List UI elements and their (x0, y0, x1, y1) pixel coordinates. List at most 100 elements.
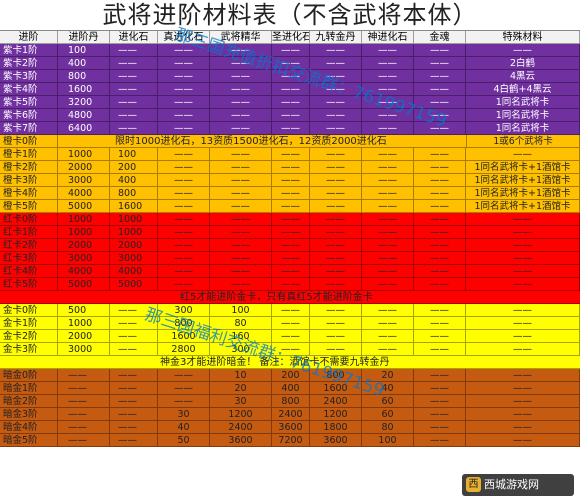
table-cell: 400 (272, 382, 310, 394)
table-cell: —— (414, 317, 466, 329)
table-cell: —— (414, 83, 466, 95)
table-cell: —— (272, 109, 310, 121)
table-cell: —— (466, 213, 580, 225)
table-cell: —— (466, 148, 580, 160)
table-cell: 4000 (58, 187, 110, 199)
table-cell: —— (158, 83, 210, 95)
table-cell: 300 (158, 304, 210, 316)
table-cell: —— (110, 434, 158, 446)
table-cell: —— (210, 252, 272, 264)
row-note: 限时1000进化石，13资质1500进化石，12资质2000进化石 (115, 136, 387, 147)
table-row-gold: 金卡1阶 1000 —— 800 80 —— —— —— —— —— (0, 317, 580, 330)
table-cell: —— (310, 317, 362, 329)
table-cell: —— (158, 382, 210, 394)
table-cell: —— (158, 161, 210, 173)
table-cell: 橙卡5阶 (0, 200, 58, 212)
table-row-red: 红卡5阶 5000 5000 —— —— —— —— —— —— —— (0, 278, 580, 291)
table-cell: 2白鹤 (466, 57, 580, 69)
table-cell: —— (310, 226, 362, 238)
table-cell: —— (272, 70, 310, 82)
table-cell: —— (362, 343, 414, 355)
table-cell: —— (310, 83, 362, 95)
table-cell: 红卡1阶 (0, 226, 58, 238)
table-row-red: 红卡2阶 2000 2000 —— —— —— —— —— —— —— (0, 239, 580, 252)
table-cell: —— (158, 122, 210, 134)
table-cell: 1同名武将卡+1酒馆卡 (466, 161, 580, 173)
table-cell: —— (466, 343, 580, 355)
table-cell: —— (210, 44, 272, 56)
table-cell: —— (310, 304, 362, 316)
table-row-orange: 橙卡4阶 4000 800 —— —— —— —— —— —— 1同名武将卡+1酒馆卡 (0, 187, 580, 200)
table-cell: 1同名武将卡 (466, 109, 580, 121)
table-cell: —— (414, 174, 466, 186)
table-cell: —— (414, 304, 466, 316)
table-cell: —— (272, 148, 310, 160)
table-cell: 橙卡1阶 (0, 148, 58, 160)
table-row-red: 红卡0阶 1000 1000 —— —— —— —— —— —— —— (0, 213, 580, 226)
table-cell: 300 (210, 343, 272, 355)
table-cell: 进化石 (110, 31, 158, 43)
table-cell: —— (158, 57, 210, 69)
table-cell: —— (362, 44, 414, 56)
table-cell: 4黑云 (466, 70, 580, 82)
table-cell: 2000 (58, 239, 110, 251)
table-row-dark-gold: 暗金1阶 —— —— —— 20 400 1600 40 —— —— (0, 382, 580, 395)
table-cell: 暗金0阶 (0, 369, 58, 381)
table-row-purple: 紫卡4阶 1600 —— —— —— —— —— —— —— 4白鹤+4黑云 (0, 83, 580, 96)
table-cell: —— (466, 395, 580, 407)
table-cell: —— (158, 109, 210, 121)
table-cell: —— (414, 265, 466, 277)
table-cell: 暗金3阶 (0, 408, 58, 420)
table-cell: —— (272, 161, 310, 173)
table-cell: —— (362, 200, 414, 212)
table-cell: 6400 (58, 122, 110, 134)
table-cell: —— (466, 265, 580, 277)
table-row-purple: 紫卡2阶 400 —— —— —— —— —— —— —— 2白鹤 (0, 57, 580, 70)
table-cell: 进阶丹 (58, 31, 110, 43)
table-cell: —— (310, 161, 362, 173)
table-cell: —— (414, 252, 466, 264)
table-cell: 3000 (58, 252, 110, 264)
table-cell: 20 (362, 369, 414, 381)
table-cell: —— (158, 174, 210, 186)
table-cell: —— (466, 252, 580, 264)
table-cell: —— (310, 44, 362, 56)
table-cell: 神进化石 (362, 31, 414, 43)
table-cell: 金卡3阶 (0, 343, 58, 355)
table-cell: 100 (58, 44, 110, 56)
table-cell: —— (110, 369, 158, 381)
table-cell: —— (110, 57, 158, 69)
table-cell: —— (310, 343, 362, 355)
table-cell: —— (362, 70, 414, 82)
table-cell: 200 (110, 161, 158, 173)
table-cell: —— (210, 265, 272, 277)
table-row-gold: 金卡3阶 3000 —— 2800 300 —— —— —— —— —— (0, 343, 580, 356)
table-cell: —— (310, 239, 362, 251)
table-cell: —— (362, 57, 414, 69)
table-cell: 4白鹤+4黑云 (466, 83, 580, 95)
table-row-gold-note: 神金3才能进阶暗金！ 备注：酒馆卡不需要九转金丹 (0, 356, 580, 369)
table-cell: —— (272, 252, 310, 264)
table-cell: —— (110, 70, 158, 82)
table-cell: 400 (110, 174, 158, 186)
table-cell: 3600 (272, 421, 310, 433)
table-cell: —— (210, 148, 272, 160)
table-cell: —— (414, 187, 466, 199)
table-cell: —— (310, 265, 362, 277)
table-cell: —— (272, 96, 310, 108)
table-cell: —— (272, 239, 310, 251)
table-row-purple: 紫卡3阶 800 —— —— —— —— —— —— —— 4黑云 (0, 70, 580, 83)
table-row-dark-gold: 暗金3阶 —— —— 30 1200 2400 1200 60 —— —— (0, 408, 580, 421)
table-cell: 60 (362, 408, 414, 420)
table-cell: 2400 (210, 421, 272, 433)
table-cell: —— (466, 304, 580, 316)
table-cell: —— (362, 239, 414, 251)
table-cell: —— (110, 83, 158, 95)
table-cell: 紫卡1阶 (0, 44, 58, 56)
table-cell: 1000 (58, 226, 110, 238)
table-cell: —— (362, 304, 414, 316)
table-row-orange: 橙卡2阶 2000 200 —— —— —— —— —— —— 1同名武将卡+1酒馆卡 (0, 161, 580, 174)
table-cell: —— (466, 239, 580, 251)
table-cell: 金卡2阶 (0, 330, 58, 342)
table-cell: 红卡4阶 (0, 265, 58, 277)
